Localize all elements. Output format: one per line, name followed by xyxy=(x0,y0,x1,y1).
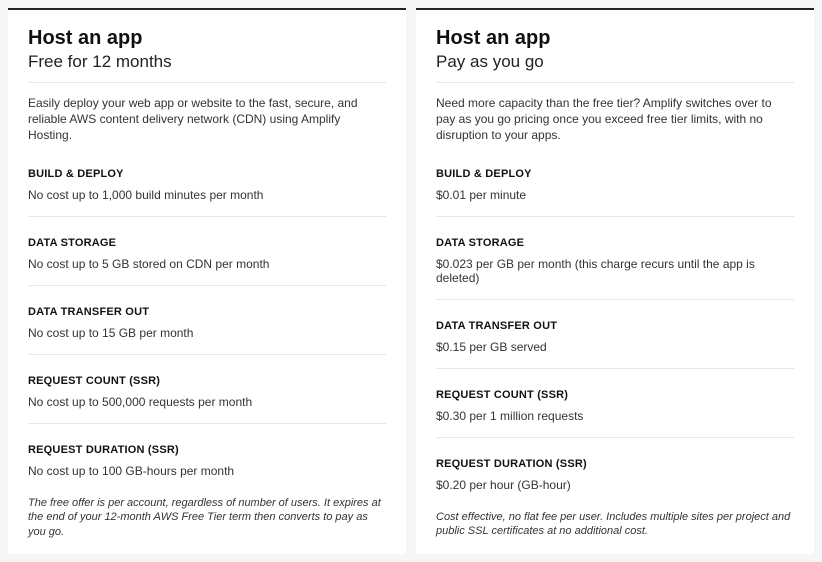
section-value: No cost up to 500,000 requests per month xyxy=(28,395,386,424)
section-value: $0.01 per minute xyxy=(436,188,794,217)
card-description: Need more capacity than the free tier? A… xyxy=(436,95,794,144)
pricing-card-free: Host an app Free for 12 months Easily de… xyxy=(8,8,406,554)
section-build-deploy: BUILD & DEPLOY $0.01 per minute xyxy=(436,168,794,217)
section-value: $0.15 per GB served xyxy=(436,340,794,369)
section-value: $0.023 per GB per month (this charge rec… xyxy=(436,257,794,300)
section-data-transfer: DATA TRANSFER OUT No cost up to 15 GB pe… xyxy=(28,306,386,355)
section-request-duration: REQUEST DURATION (SSR) $0.20 per hour (G… xyxy=(436,458,794,496)
card-subtitle: Pay as you go xyxy=(436,52,794,83)
section-label: DATA TRANSFER OUT xyxy=(28,306,386,318)
pricing-card-payg: Host an app Pay as you go Need more capa… xyxy=(416,8,814,554)
section-value: $0.20 per hour (GB-hour) xyxy=(436,478,794,496)
section-label: DATA STORAGE xyxy=(28,237,386,249)
section-label: REQUEST DURATION (SSR) xyxy=(436,458,794,470)
section-request-count: REQUEST COUNT (SSR) $0.30 per 1 million … xyxy=(436,389,794,438)
card-footnote: The free offer is per account, regardles… xyxy=(28,496,386,541)
card-title: Host an app xyxy=(436,26,794,50)
section-value: No cost up to 1,000 build minutes per mo… xyxy=(28,188,386,217)
section-data-storage: DATA STORAGE No cost up to 5 GB stored o… xyxy=(28,237,386,286)
section-value: No cost up to 5 GB stored on CDN per mon… xyxy=(28,257,386,286)
section-build-deploy: BUILD & DEPLOY No cost up to 1,000 build… xyxy=(28,168,386,217)
card-title: Host an app xyxy=(28,26,386,50)
section-label: DATA STORAGE xyxy=(436,237,794,249)
card-subtitle: Free for 12 months xyxy=(28,52,386,83)
section-request-duration: REQUEST DURATION (SSR) No cost up to 100… xyxy=(28,444,386,482)
section-value: No cost up to 15 GB per month xyxy=(28,326,386,355)
section-request-count: REQUEST COUNT (SSR) No cost up to 500,00… xyxy=(28,375,386,424)
section-label: BUILD & DEPLOY xyxy=(28,168,386,180)
section-label: DATA TRANSFER OUT xyxy=(436,320,794,332)
section-value: $0.30 per 1 million requests xyxy=(436,409,794,438)
section-label: BUILD & DEPLOY xyxy=(436,168,794,180)
section-label: REQUEST DURATION (SSR) xyxy=(28,444,386,456)
card-footnote: Cost effective, no flat fee per user. In… xyxy=(436,510,794,540)
section-data-transfer: DATA TRANSFER OUT $0.15 per GB served xyxy=(436,320,794,369)
section-value: No cost up to 100 GB-hours per month xyxy=(28,464,386,482)
card-description: Easily deploy your web app or website to… xyxy=(28,95,386,144)
section-label: REQUEST COUNT (SSR) xyxy=(436,389,794,401)
section-data-storage: DATA STORAGE $0.023 per GB per month (th… xyxy=(436,237,794,300)
section-label: REQUEST COUNT (SSR) xyxy=(28,375,386,387)
